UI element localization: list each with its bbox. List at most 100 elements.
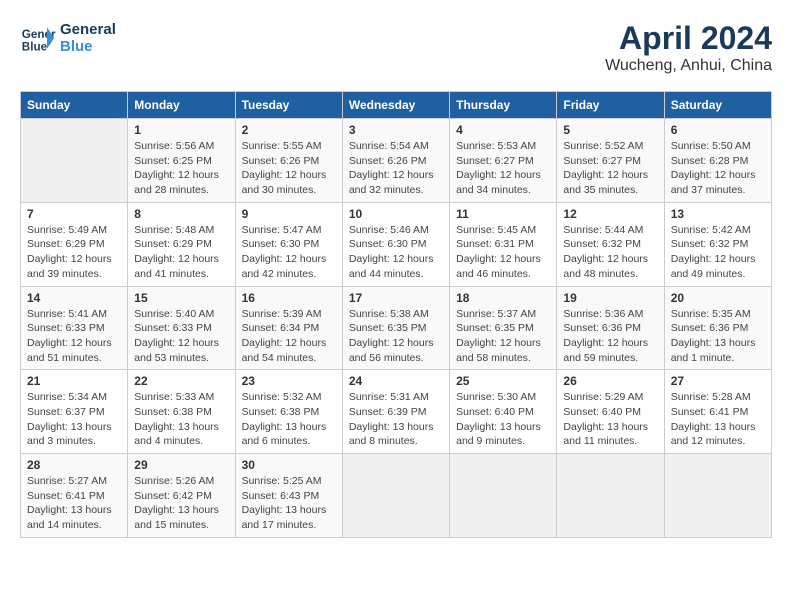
day-number: 30 (242, 458, 336, 472)
day-info: Sunrise: 5:55 AM Sunset: 6:26 PM Dayligh… (242, 139, 336, 198)
calendar-cell: 17 Sunrise: 5:38 AM Sunset: 6:35 PM Dayli… (342, 286, 449, 370)
calendar-cell: 30 Sunrise: 5:25 AM Sunset: 6:43 PM Dayli… (235, 454, 342, 538)
day-number: 21 (27, 374, 121, 388)
month-title: April 2024 (605, 20, 772, 57)
day-info: Sunrise: 5:49 AM Sunset: 6:29 PM Dayligh… (27, 223, 121, 282)
calendar-cell: 10 Sunrise: 5:46 AM Sunset: 6:30 PM Dayli… (342, 202, 449, 286)
day-info: Sunrise: 5:52 AM Sunset: 6:27 PM Dayligh… (563, 139, 657, 198)
day-info: Sunrise: 5:42 AM Sunset: 6:32 PM Dayligh… (671, 223, 765, 282)
day-info: Sunrise: 5:40 AM Sunset: 6:33 PM Dayligh… (134, 307, 228, 366)
calendar-cell: 13 Sunrise: 5:42 AM Sunset: 6:32 PM Dayli… (664, 202, 771, 286)
day-number: 20 (671, 291, 765, 305)
calendar-table: SundayMondayTuesdayWednesdayThursdayFrid… (20, 91, 772, 538)
day-info: Sunrise: 5:48 AM Sunset: 6:29 PM Dayligh… (134, 223, 228, 282)
day-number: 16 (242, 291, 336, 305)
day-info: Sunrise: 5:37 AM Sunset: 6:35 PM Dayligh… (456, 307, 550, 366)
day-number: 25 (456, 374, 550, 388)
calendar-cell: 25 Sunrise: 5:30 AM Sunset: 6:40 PM Dayli… (450, 370, 557, 454)
calendar-cell: 9Sunrise: 5:47 AM Sunset: 6:30 PM Daylig… (235, 202, 342, 286)
day-info: Sunrise: 5:44 AM Sunset: 6:32 PM Dayligh… (563, 223, 657, 282)
day-info: Sunrise: 5:27 AM Sunset: 6:41 PM Dayligh… (27, 474, 121, 533)
logo-icon: General Blue (20, 20, 56, 56)
calendar-cell: 5Sunrise: 5:52 AM Sunset: 6:27 PM Daylig… (557, 119, 664, 203)
calendar-cell: 12 Sunrise: 5:44 AM Sunset: 6:32 PM Dayli… (557, 202, 664, 286)
day-number: 27 (671, 374, 765, 388)
day-info: Sunrise: 5:29 AM Sunset: 6:40 PM Dayligh… (563, 390, 657, 449)
day-header-friday: Friday (557, 92, 664, 119)
day-number: 14 (27, 291, 121, 305)
calendar-cell: 18 Sunrise: 5:37 AM Sunset: 6:35 PM Dayli… (450, 286, 557, 370)
calendar-cell: 28 Sunrise: 5:27 AM Sunset: 6:41 PM Dayli… (21, 454, 128, 538)
day-header-thursday: Thursday (450, 92, 557, 119)
day-info: Sunrise: 5:56 AM Sunset: 6:25 PM Dayligh… (134, 139, 228, 198)
location-title: Wucheng, Anhui, China (605, 57, 772, 75)
day-info: Sunrise: 5:46 AM Sunset: 6:30 PM Dayligh… (349, 223, 443, 282)
calendar-cell: 15 Sunrise: 5:40 AM Sunset: 6:33 PM Dayli… (128, 286, 235, 370)
calendar-cell: 19 Sunrise: 5:36 AM Sunset: 6:36 PM Dayli… (557, 286, 664, 370)
calendar-cell: 4Sunrise: 5:53 AM Sunset: 6:27 PM Daylig… (450, 119, 557, 203)
day-number: 18 (456, 291, 550, 305)
day-header-sunday: Sunday (21, 92, 128, 119)
calendar-cell: 29 Sunrise: 5:26 AM Sunset: 6:42 PM Dayli… (128, 454, 235, 538)
calendar-cell: 1 Sunrise: 5:56 AM Sunset: 6:25 PM Daylig… (128, 119, 235, 203)
day-info: Sunrise: 5:53 AM Sunset: 6:27 PM Dayligh… (456, 139, 550, 198)
day-number: 15 (134, 291, 228, 305)
logo: General Blue General Blue (20, 20, 116, 56)
day-number: 8 (134, 207, 228, 221)
day-number: 10 (349, 207, 443, 221)
calendar-cell: 7 Sunrise: 5:49 AM Sunset: 6:29 PM Daylig… (21, 202, 128, 286)
day-number: 17 (349, 291, 443, 305)
calendar-cell: 23Sunrise: 5:32 AM Sunset: 6:38 PM Dayli… (235, 370, 342, 454)
day-info: Sunrise: 5:31 AM Sunset: 6:39 PM Dayligh… (349, 390, 443, 449)
day-info: Sunrise: 5:38 AM Sunset: 6:35 PM Dayligh… (349, 307, 443, 366)
day-info: Sunrise: 5:54 AM Sunset: 6:26 PM Dayligh… (349, 139, 443, 198)
calendar-cell: 6Sunrise: 5:50 AM Sunset: 6:28 PM Daylig… (664, 119, 771, 203)
day-number: 2 (242, 123, 336, 137)
day-number: 24 (349, 374, 443, 388)
calendar-cell: 27 Sunrise: 5:28 AM Sunset: 6:41 PM Dayli… (664, 370, 771, 454)
calendar-cell (21, 119, 128, 203)
calendar-cell (664, 454, 771, 538)
calendar-cell (557, 454, 664, 538)
logo-blue: Blue (60, 38, 116, 55)
calendar-cell: 11 Sunrise: 5:45 AM Sunset: 6:31 PM Dayli… (450, 202, 557, 286)
calendar-cell: 26 Sunrise: 5:29 AM Sunset: 6:40 PM Dayli… (557, 370, 664, 454)
day-info: Sunrise: 5:28 AM Sunset: 6:41 PM Dayligh… (671, 390, 765, 449)
day-header-monday: Monday (128, 92, 235, 119)
calendar-cell: 3 Sunrise: 5:54 AM Sunset: 6:26 PM Daylig… (342, 119, 449, 203)
day-info: Sunrise: 5:50 AM Sunset: 6:28 PM Dayligh… (671, 139, 765, 198)
day-number: 12 (563, 207, 657, 221)
day-info: Sunrise: 5:25 AM Sunset: 6:43 PM Dayligh… (242, 474, 336, 533)
calendar-cell: 2 Sunrise: 5:55 AM Sunset: 6:26 PM Daylig… (235, 119, 342, 203)
day-header-wednesday: Wednesday (342, 92, 449, 119)
day-number: 26 (563, 374, 657, 388)
day-info: Sunrise: 5:33 AM Sunset: 6:38 PM Dayligh… (134, 390, 228, 449)
day-info: Sunrise: 5:47 AM Sunset: 6:30 PM Dayligh… (242, 223, 336, 282)
day-number: 11 (456, 207, 550, 221)
day-number: 7 (27, 207, 121, 221)
day-info: Sunrise: 5:26 AM Sunset: 6:42 PM Dayligh… (134, 474, 228, 533)
title-section: April 2024 Wucheng, Anhui, China (605, 20, 772, 75)
calendar-cell: 22 Sunrise: 5:33 AM Sunset: 6:38 PM Dayli… (128, 370, 235, 454)
calendar-cell: 14 Sunrise: 5:41 AM Sunset: 6:33 PM Dayli… (21, 286, 128, 370)
day-number: 19 (563, 291, 657, 305)
day-info: Sunrise: 5:45 AM Sunset: 6:31 PM Dayligh… (456, 223, 550, 282)
day-number: 22 (134, 374, 228, 388)
day-number: 28 (27, 458, 121, 472)
day-info: Sunrise: 5:36 AM Sunset: 6:36 PM Dayligh… (563, 307, 657, 366)
day-number: 3 (349, 123, 443, 137)
day-info: Sunrise: 5:32 AM Sunset: 6:38 PM Dayligh… (242, 390, 336, 449)
calendar-cell: 24 Sunrise: 5:31 AM Sunset: 6:39 PM Dayli… (342, 370, 449, 454)
day-number: 29 (134, 458, 228, 472)
logo-general: General (60, 21, 116, 38)
day-info: Sunrise: 5:30 AM Sunset: 6:40 PM Dayligh… (456, 390, 550, 449)
day-header-tuesday: Tuesday (235, 92, 342, 119)
day-number: 1 (134, 123, 228, 137)
calendar-cell: 16Sunrise: 5:39 AM Sunset: 6:34 PM Dayli… (235, 286, 342, 370)
calendar-cell: 21Sunrise: 5:34 AM Sunset: 6:37 PM Dayli… (21, 370, 128, 454)
page-header: General Blue General Blue April 2024 Wuc… (20, 20, 772, 75)
day-info: Sunrise: 5:41 AM Sunset: 6:33 PM Dayligh… (27, 307, 121, 366)
calendar-cell (450, 454, 557, 538)
day-number: 13 (671, 207, 765, 221)
calendar-cell (342, 454, 449, 538)
